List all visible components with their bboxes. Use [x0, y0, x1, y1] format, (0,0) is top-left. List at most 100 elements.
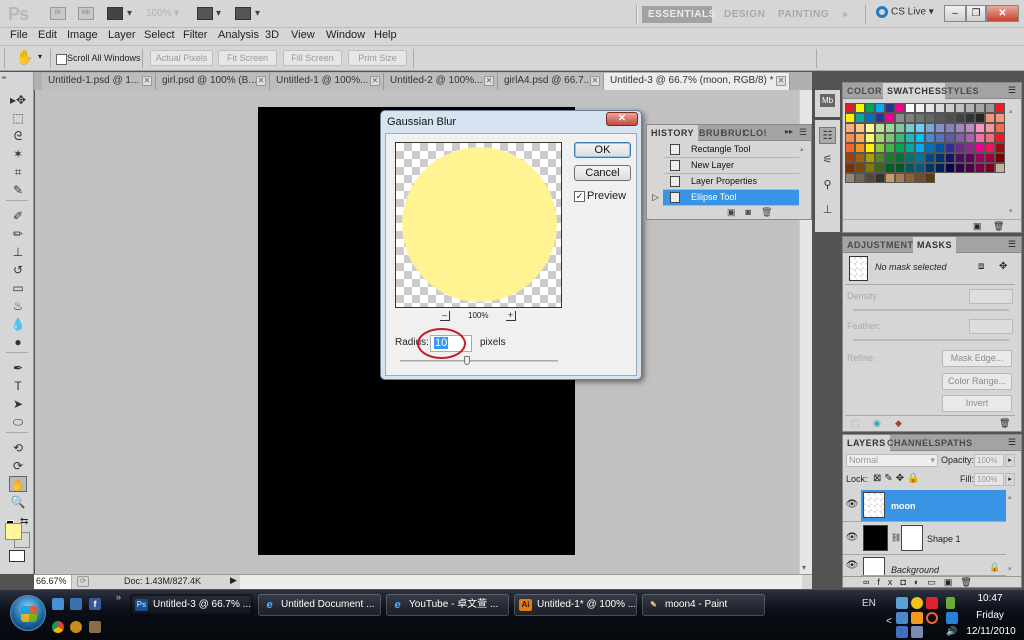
status-menu-arrow-icon[interactable]: ▶	[230, 575, 237, 586]
tray-app-icon[interactable]	[911, 612, 923, 624]
tool-preset-dropdown-icon[interactable]: ▾	[38, 52, 42, 61]
zoom-field[interactable]: 66.67%	[34, 575, 72, 589]
color-swatch[interactable]	[935, 113, 945, 123]
pixel-mask-icon[interactable]: ⧈	[978, 261, 984, 272]
close-tab-icon[interactable]: ✕	[590, 76, 600, 86]
density-slider[interactable]	[853, 309, 1009, 311]
radius-slider-thumb[interactable]	[464, 356, 470, 365]
quick-launch-more-icon[interactable]: »	[116, 592, 121, 602]
foreground-color-swatch[interactable]	[5, 523, 22, 540]
color-swatch[interactable]	[895, 103, 905, 113]
dialog-close-button[interactable]: ✕	[606, 112, 638, 126]
collapse-toolbar-icon[interactable]: ▸▸	[2, 74, 32, 82]
color-swatch[interactable]	[995, 123, 1005, 133]
menu-file[interactable]: File	[10, 29, 28, 41]
color-swatch[interactable]	[935, 123, 945, 133]
color-swatch[interactable]	[925, 123, 935, 133]
color-swatch[interactable]	[915, 153, 925, 163]
color-swatch[interactable]	[935, 163, 945, 173]
color-swatch[interactable]	[925, 143, 935, 153]
clone-source-dock-icon[interactable]: ⊥	[819, 202, 836, 219]
color-swatch[interactable]	[875, 153, 885, 163]
color-swatch[interactable]	[975, 133, 985, 143]
marquee-tool-icon[interactable]: ⬚	[9, 110, 27, 126]
color-swatch[interactable]	[855, 123, 865, 133]
tab-history[interactable]: HISTORY	[647, 125, 699, 141]
color-swatch[interactable]	[875, 143, 885, 153]
view-extras-dropdown-icon[interactable]: ▾	[127, 8, 132, 19]
color-swatch[interactable]	[955, 163, 965, 173]
color-swatch[interactable]	[865, 123, 875, 133]
crop-tool-icon[interactable]: ⌗	[9, 164, 27, 180]
cs-live-menu[interactable]: CS Live ▾	[876, 6, 934, 18]
arrange-dropdown-icon[interactable]: ▾	[216, 8, 221, 19]
hand-tool-icon[interactable]: ✋	[9, 476, 27, 492]
mini-bridge-dock-icon[interactable]: Mb	[820, 94, 835, 107]
switch-windows-icon[interactable]	[70, 598, 82, 610]
menu-help[interactable]: Help	[374, 29, 397, 41]
start-button[interactable]	[10, 595, 46, 631]
ellipse-shape-tool-icon[interactable]: ⬭	[9, 414, 27, 430]
adjustment-layer-icon[interactable]: ◐	[914, 577, 927, 587]
vector-mask-icon[interactable]: ✥	[999, 261, 1007, 272]
taskbar-button[interactable]: Ai Untitled-1* @ 100% ...	[514, 594, 637, 616]
color-swatch[interactable]	[885, 123, 895, 133]
color-swatch[interactable]	[945, 113, 955, 123]
tray-app-icon[interactable]	[911, 626, 923, 638]
taskbar-button[interactable]: e Untitled Document ...	[258, 594, 381, 616]
color-swatch[interactable]	[895, 113, 905, 123]
tray-app-icon[interactable]	[896, 612, 908, 624]
color-swatch[interactable]	[985, 113, 995, 123]
color-swatch[interactable]	[865, 113, 875, 123]
color-swatch[interactable]	[845, 163, 855, 173]
color-swatch[interactable]	[845, 143, 855, 153]
zoom-dropdown-arrow-icon[interactable]: ▾	[174, 8, 179, 19]
color-swatch[interactable]	[875, 103, 885, 113]
history-dock-icon[interactable]: ☷	[819, 127, 836, 144]
lock-transparency-icon[interactable]: ⊠	[873, 473, 884, 484]
color-swatch[interactable]	[865, 143, 875, 153]
feather-slider[interactable]	[853, 339, 1009, 341]
color-swatch[interactable]	[885, 103, 895, 113]
color-swatch[interactable]	[925, 153, 935, 163]
doc-tab[interactable]: girl.psd @ 100% (B... ✕	[156, 73, 270, 90]
color-swatch[interactable]	[855, 113, 865, 123]
close-window-button[interactable]: ✕	[986, 5, 1019, 22]
color-swatch[interactable]	[965, 133, 975, 143]
workspace-painting[interactable]: PAINTING	[772, 6, 835, 23]
tab-clone-source[interactable]: CLO!	[739, 125, 771, 141]
color-swatch[interactable]	[905, 143, 915, 153]
color-swatch[interactable]	[875, 113, 885, 123]
color-swatch[interactable]	[975, 163, 985, 173]
taskbar-button[interactable]: Ps Untitled-3 @ 66.7% ...	[130, 594, 253, 616]
history-item[interactable]: Rectangle Tool	[663, 142, 799, 158]
color-swatch[interactable]	[885, 153, 895, 163]
zoom-level-dropdown[interactable]: 100%	[146, 8, 172, 19]
brush-tool-icon[interactable]: ✏	[9, 226, 27, 242]
color-swatch[interactable]	[905, 153, 915, 163]
color-swatch[interactable]	[985, 123, 995, 133]
color-swatch[interactable]	[985, 153, 995, 163]
color-swatch[interactable]	[875, 163, 885, 173]
trash-icon[interactable]: 🗑	[960, 577, 979, 587]
group-icon[interactable]: ▭	[927, 577, 944, 587]
network-icon[interactable]	[896, 626, 908, 638]
tab-adjustments[interactable]: ADJUSTMENTS	[843, 237, 924, 253]
pen-tool-icon[interactable]: ✒	[9, 360, 27, 376]
color-swatch[interactable]	[945, 123, 955, 133]
close-tab-icon[interactable]: ✕	[142, 76, 152, 86]
color-swatch[interactable]	[895, 163, 905, 173]
color-swatch[interactable]	[865, 163, 875, 173]
color-swatch[interactable]	[845, 123, 855, 133]
color-swatch[interactable]	[845, 153, 855, 163]
color-swatch[interactable]	[995, 103, 1005, 113]
invert-button[interactable]: Invert	[942, 395, 1012, 412]
color-swatch[interactable]	[995, 143, 1005, 153]
color-swatch[interactable]	[895, 143, 905, 153]
color-swatch[interactable]	[965, 153, 975, 163]
layers-scroll-down-icon[interactable]: ▾	[1008, 565, 1012, 573]
battery-icon[interactable]	[946, 597, 955, 609]
screen-mode-icon[interactable]	[235, 7, 251, 20]
mask-edge-button[interactable]: Mask Edge...	[942, 350, 1012, 367]
bridge-icon[interactable]: Br	[50, 7, 66, 20]
